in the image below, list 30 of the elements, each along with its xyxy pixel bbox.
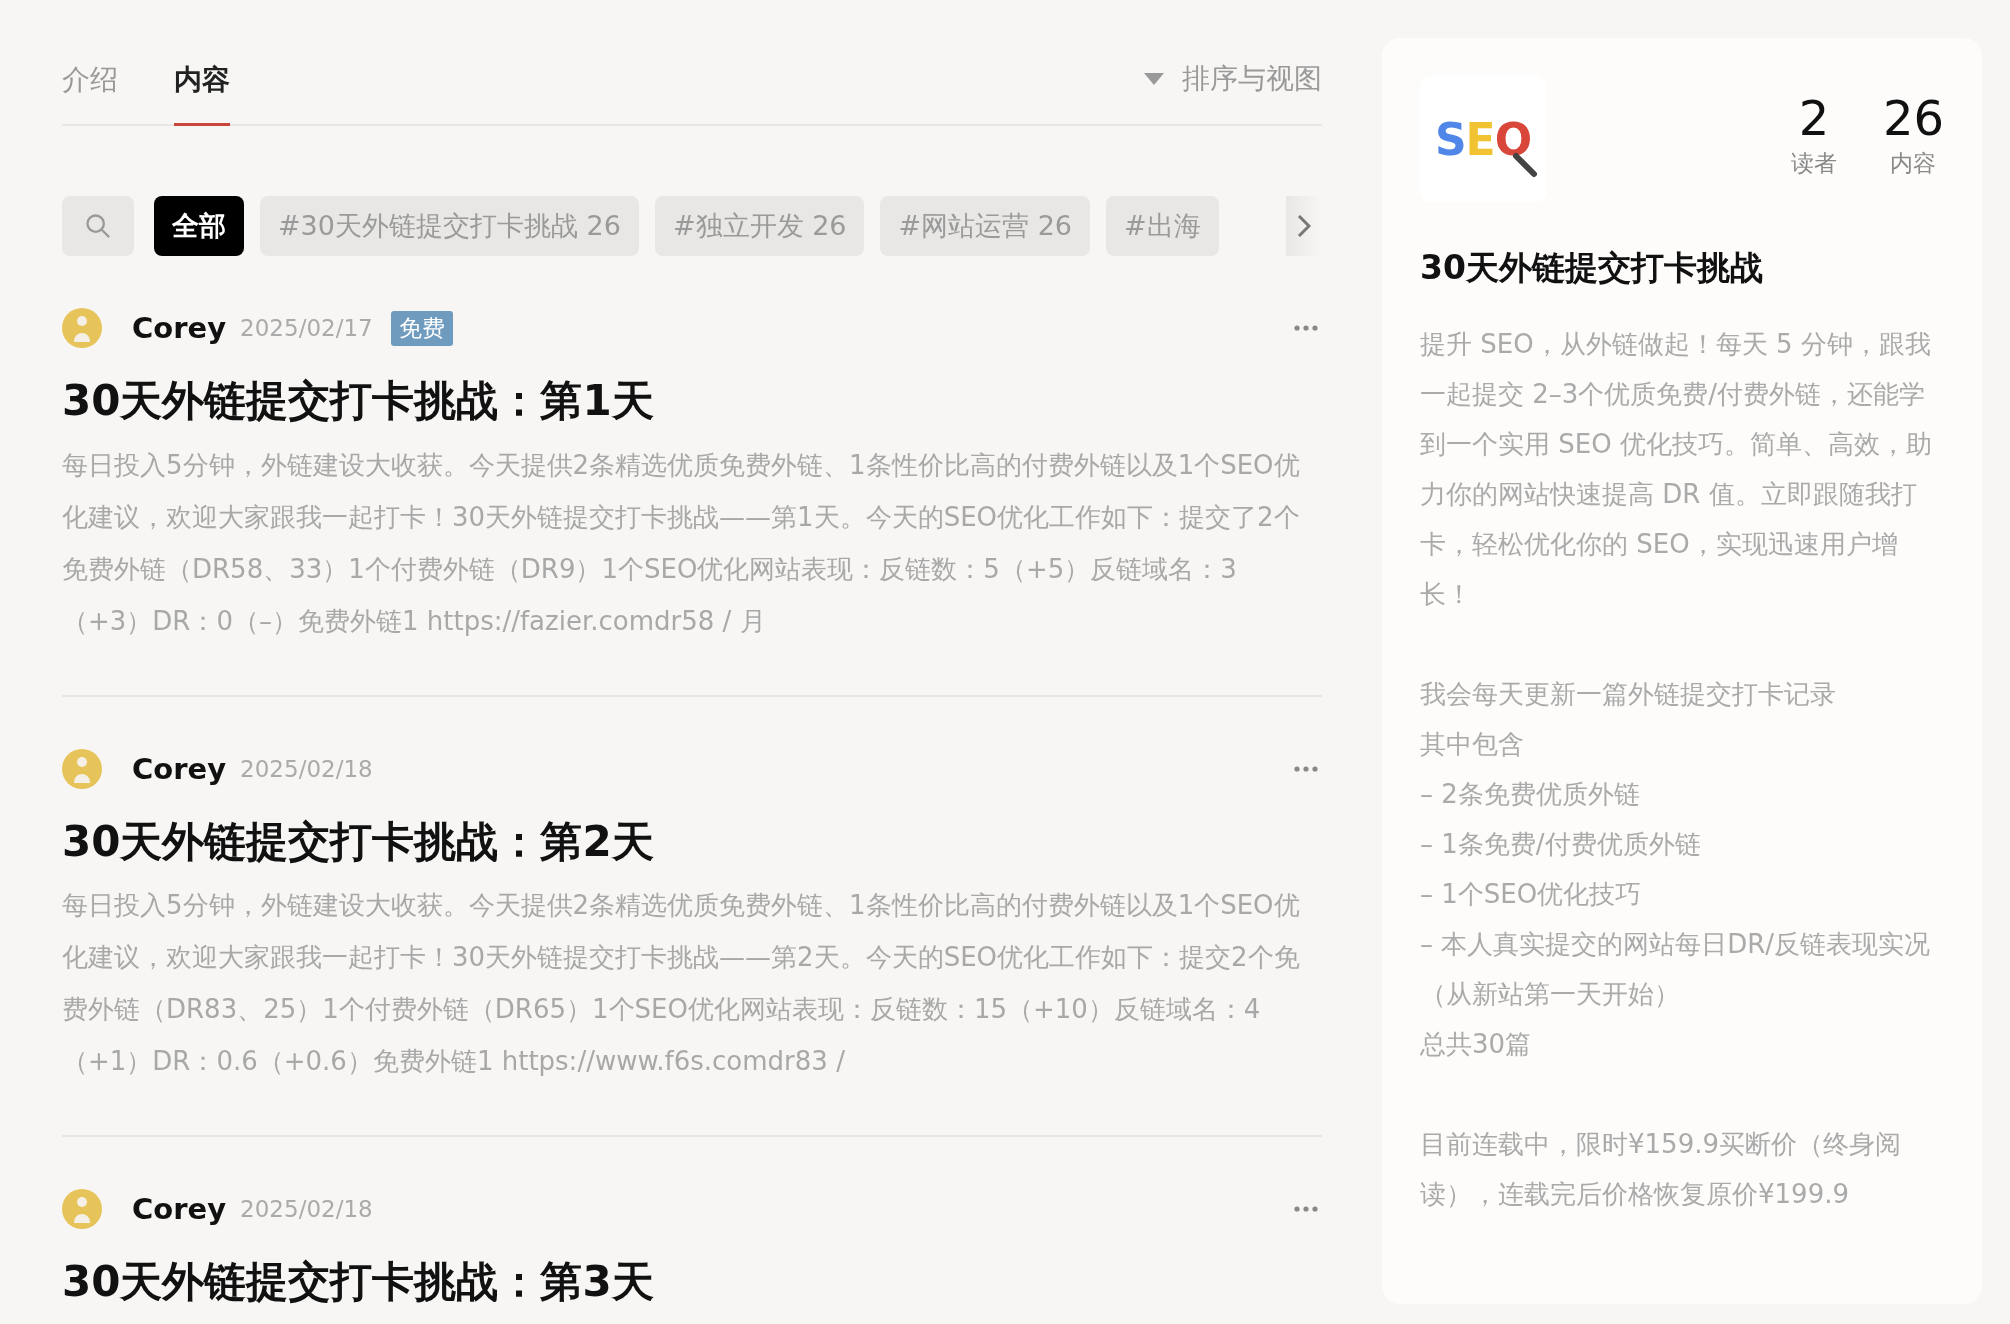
author-name[interactable]: Corey	[132, 1192, 227, 1227]
detail-line: – 1个SEO优化技巧	[1420, 878, 1643, 911]
detail-line: – 2条免费优质外链	[1420, 778, 1641, 811]
tab[interactable]: 内容	[174, 61, 230, 126]
column-title: 30天外链提交打卡挑战	[1420, 247, 1764, 289]
detail-line: 总共30篇	[1420, 1028, 1533, 1061]
post-date: 2025/02/18	[240, 1196, 373, 1223]
author-name[interactable]: Corey	[132, 751, 227, 786]
detail-line: – 1条免费/付费优质外链	[1420, 828, 1702, 861]
free-badge: 免费	[390, 310, 453, 346]
post-excerpt: 每日投入5分钟，外链建设大收获。今天提供2条精选优质免费外链、1条性价比高的付费外链以及1个SEO优化建议，欢迎大家跟我一起打卡！30天外链提交打卡挑战——第2天。今天的SEO优化工作如下：提交2个免费外链（DR83、25）1个付费外链（DR65）1个SEO优化网站表现：反链数：15（+10）反链域名：4（+1）DR：0.6（+0.6）免费外链1 https://www.f6s.comdr83 /	[62, 889, 1301, 1079]
post-date: 2025/02/17	[240, 315, 373, 341]
price-note: 目前连载中，限时¥159.9买断价（终身阅读），连载完后价格恢复原价¥199.9	[1420, 1128, 1902, 1211]
post-date: 2025/02/18	[240, 755, 373, 782]
author-name[interactable]: Corey	[132, 311, 227, 345]
detail-line: – 本人真实提交的网站每日DR/反链表现实况（从新站第一天开始）	[1420, 928, 1932, 1011]
filter-tag[interactable]: 全部	[154, 196, 244, 256]
post-excerpt: 每日投入5分钟，外链建设大收获。今天提供2条精选优质免费外链、1条性价比高的付费外链以及1个SEO优化建议，欢迎大家跟我一起打卡！30天外链提交打卡挑战——第1天。今天的SEO优化工作如下：提交了2个免费外链（DR58、33）1个付费外链（DR9）1个SEO优化网站表现：反链数：5（+5）反链域名：3（+3）DR：0（–）免费外链1 https://fazier.comdr58 / 月	[62, 448, 1301, 638]
detail-line: 我会每天更新一篇外链提交打卡记录	[1420, 678, 1837, 711]
detail-line: 其中包含	[1420, 728, 1525, 761]
post-item[interactable]: Corey 2025/02/18 30天外链提交打卡挑战：第3天	[62, 1137, 1322, 1324]
stat-label: 内容	[1890, 149, 1937, 178]
post-title[interactable]: 30天外链提交打卡挑战：第2天	[62, 814, 1322, 870]
post-title[interactable]: 30天外链提交打卡挑战：第3天	[62, 1255, 1322, 1310]
stat-value: 26	[1882, 94, 1944, 142]
stat-label: 读者	[1790, 149, 1837, 178]
post-title[interactable]: 30天外链提交打卡挑战：第1天	[62, 374, 1322, 429]
column-description: 提升 SEO，从外链做起！每天 5 分钟，跟我一起提交 2–3个优质免费/付费外链，还能学到一个实用 SEO 优化技巧。简单、高效，助力你的网站快速提高 DR 值。立即跟随我打卡，轻松优化你的 SEO，实现迅速用户增长！	[1420, 328, 1933, 611]
stat-value: 2	[1798, 94, 1830, 142]
logo: SEO	[1420, 76, 1546, 202]
